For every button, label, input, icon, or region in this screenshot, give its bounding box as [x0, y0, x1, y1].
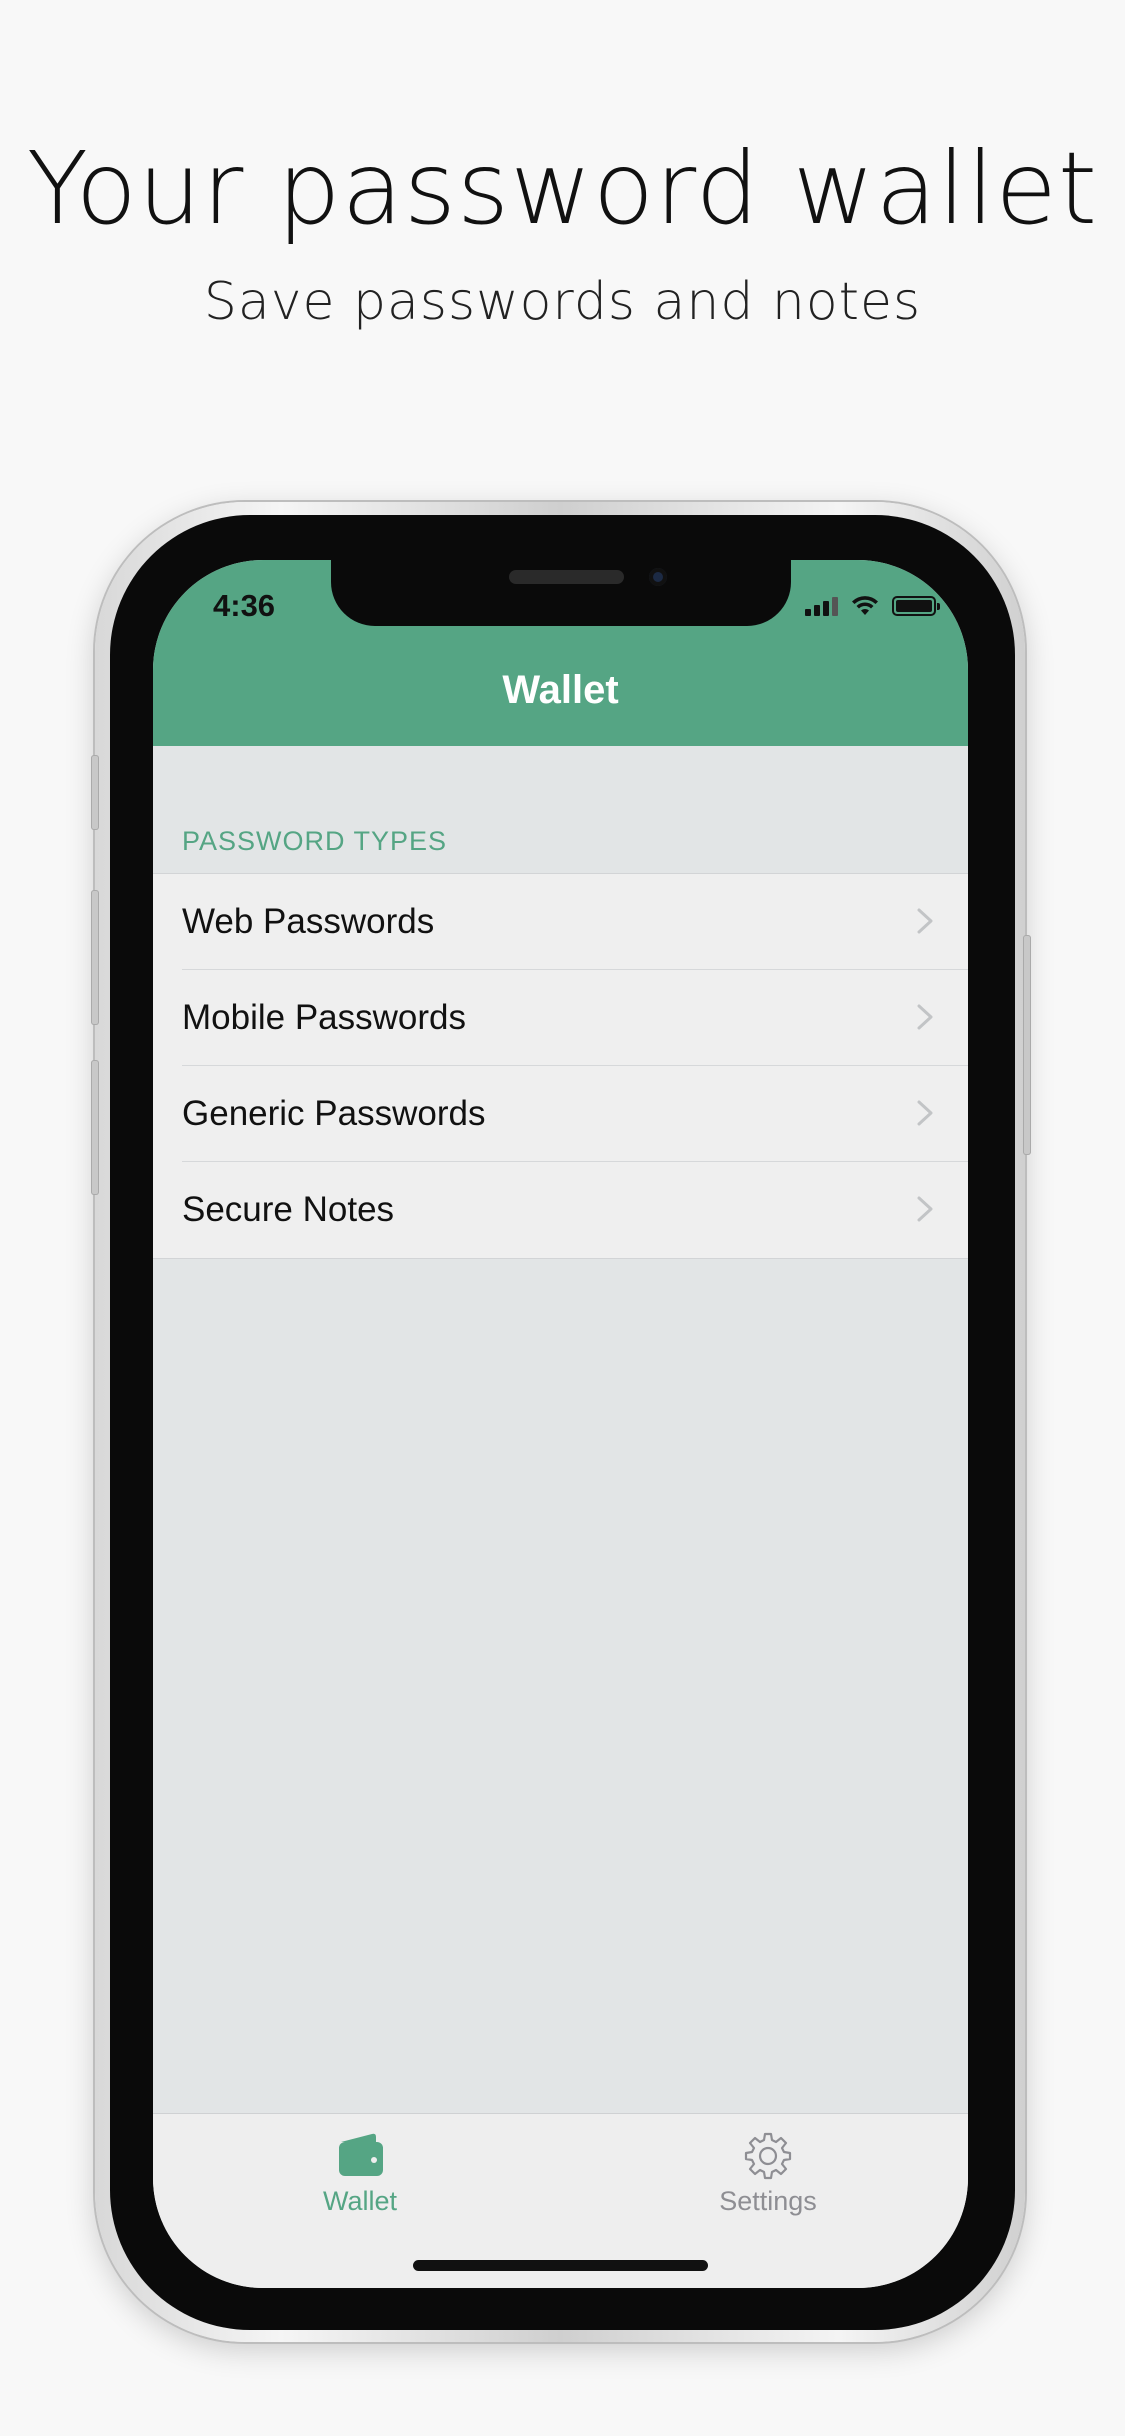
- chevron-right-icon: [917, 1196, 933, 1222]
- list-item-label: Web Passwords: [182, 902, 435, 941]
- mute-switch: [91, 755, 99, 830]
- list-item-mobile-passwords[interactable]: Mobile Passwords: [153, 970, 968, 1066]
- list-item-web-passwords[interactable]: Web Passwords: [153, 874, 968, 970]
- tab-label: Wallet: [322, 2186, 397, 2216]
- chevron-right-icon: [917, 1004, 933, 1030]
- password-types-list: Web Passwords Mobile Passwords Generic P…: [153, 873, 968, 1259]
- notch: [331, 560, 791, 626]
- section-header: PASSWORD TYPES: [182, 826, 448, 856]
- list-item-label: Generic Passwords: [182, 1094, 486, 1133]
- chevron-right-icon: [917, 1100, 933, 1126]
- status-time: 4:36: [213, 588, 276, 623]
- battery-icon: [892, 596, 940, 616]
- list-item-secure-notes[interactable]: Secure Notes: [153, 1162, 968, 1258]
- gear-icon: [744, 2132, 792, 2180]
- power-button: [1023, 935, 1031, 1155]
- page-title: Wallet: [502, 668, 619, 712]
- phone-screen: 4:36 Wallet PASSWORD TYPES Web Passwords…: [153, 560, 968, 2288]
- list-item-generic-passwords[interactable]: Generic Passwords: [153, 1066, 968, 1162]
- home-indicator[interactable]: [413, 2260, 708, 2271]
- cellular-signal-icon: [805, 596, 838, 616]
- tab-wallet[interactable]: Wallet: [270, 2128, 450, 2217]
- page: Your password wallet Save passwords and …: [0, 0, 1125, 2436]
- camera-icon: [649, 568, 667, 586]
- volume-down-button: [91, 1060, 99, 1195]
- promo-headline: Your password wallet: [26, 130, 1099, 247]
- tab-settings[interactable]: Settings: [678, 2128, 858, 2217]
- list-item-label: Secure Notes: [182, 1190, 395, 1229]
- navigation-bar: 4:36 Wallet: [153, 560, 968, 746]
- speaker-grille: [509, 570, 624, 584]
- chevron-right-icon: [917, 908, 933, 934]
- wallet-icon: [339, 2133, 383, 2176]
- tab-label: Settings: [719, 2186, 817, 2216]
- status-icons: [805, 594, 940, 616]
- list-item-label: Mobile Passwords: [182, 998, 466, 1037]
- volume-up-button: [91, 890, 99, 1025]
- wifi-icon: [852, 596, 878, 615]
- promo-subheadline: Save passwords and notes: [203, 272, 922, 332]
